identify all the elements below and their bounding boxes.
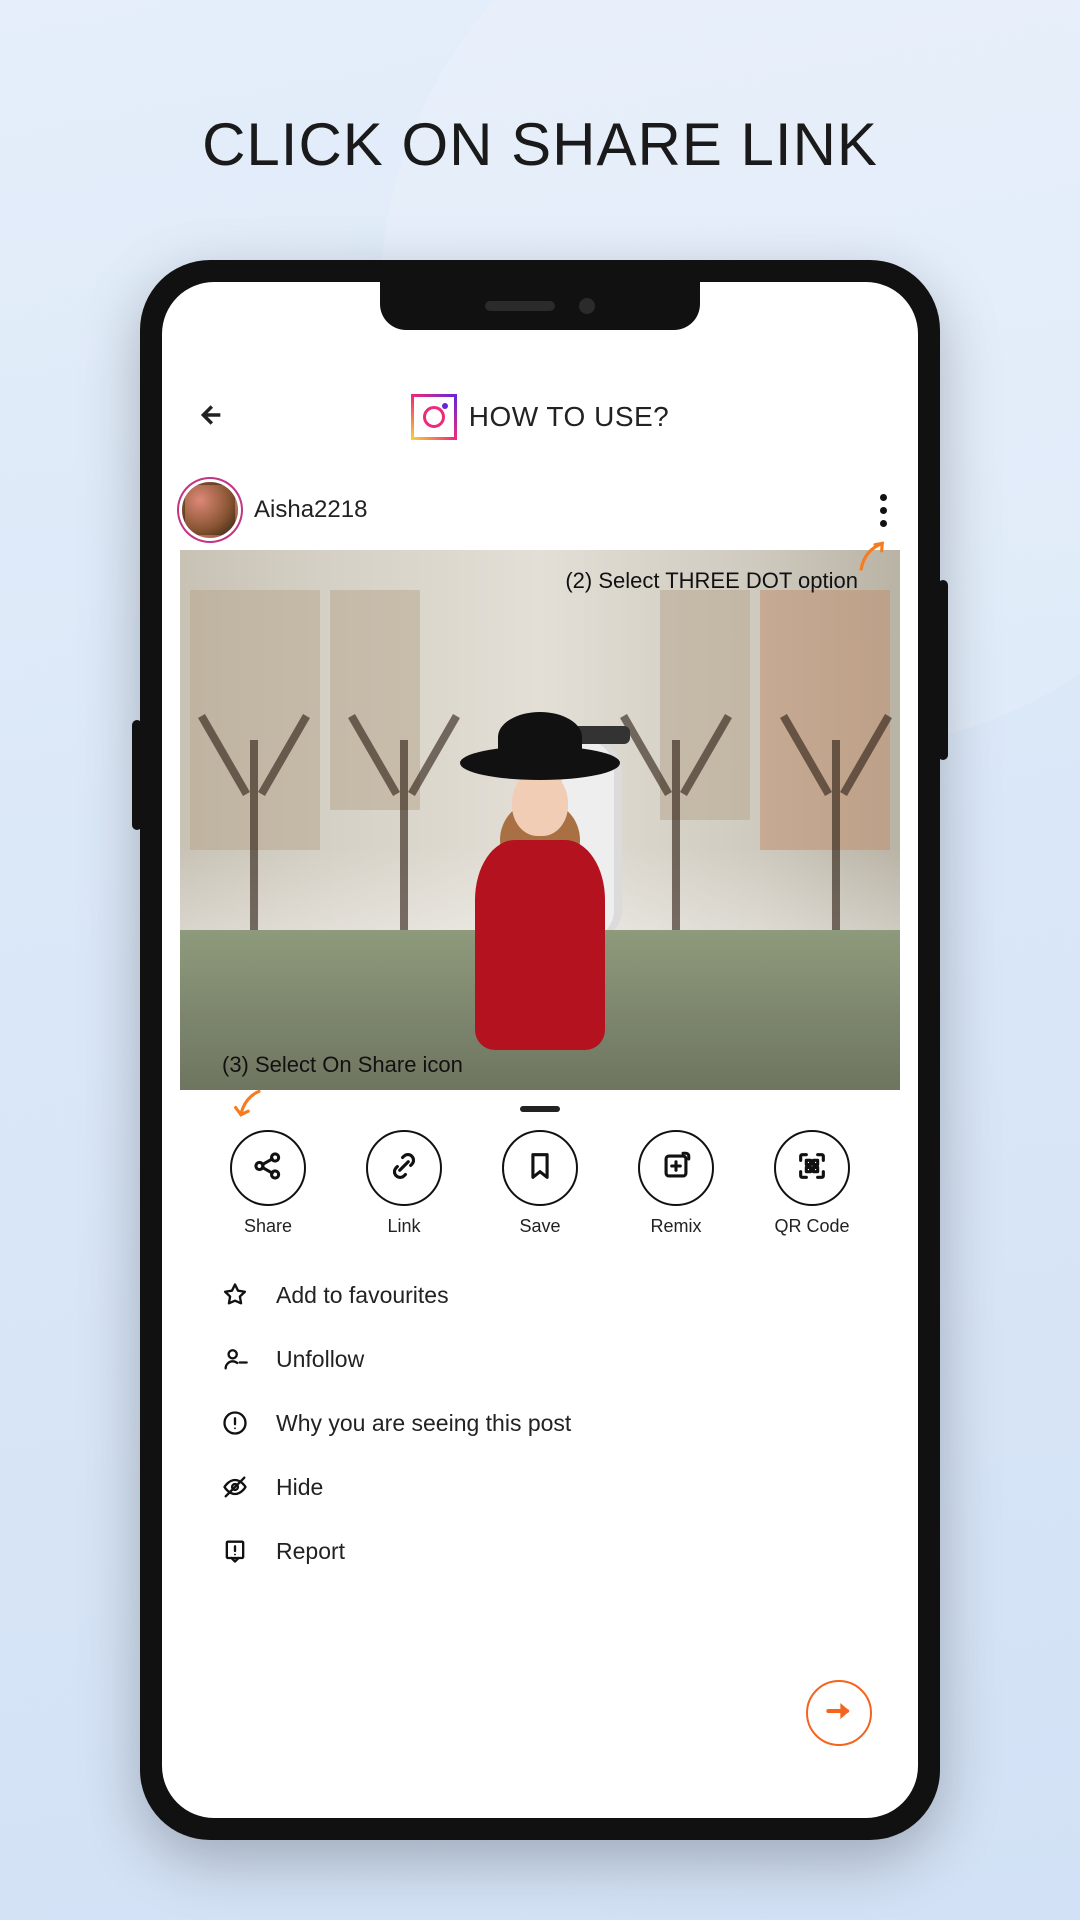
- link-icon: [387, 1149, 421, 1188]
- share-icon: [251, 1149, 285, 1188]
- action-qrcode-label: QR Code: [774, 1216, 849, 1237]
- person-remove-icon: [220, 1345, 250, 1373]
- annotation-arrow-2: [851, 537, 893, 579]
- info-icon: [220, 1409, 250, 1437]
- menu-label: Hide: [276, 1474, 323, 1501]
- avatar[interactable]: [182, 482, 238, 538]
- action-qrcode[interactable]: QR Code: [764, 1130, 860, 1237]
- page-title: HOW TO USE?: [469, 401, 670, 433]
- annotation-step-3: (3) Select On Share icon: [222, 1052, 463, 1078]
- menu-unfollow[interactable]: Unfollow: [220, 1331, 860, 1387]
- star-icon: [220, 1281, 250, 1309]
- menu-hide[interactable]: Hide: [220, 1459, 860, 1515]
- sheet-action-row: Share Link Save: [180, 1130, 900, 1237]
- next-button[interactable]: [806, 1680, 872, 1746]
- phone-notch: [380, 282, 700, 330]
- action-save-label: Save: [519, 1216, 560, 1237]
- menu-label: Report: [276, 1538, 345, 1565]
- menu-label: Why you are seeing this post: [276, 1410, 571, 1437]
- action-link-label: Link: [387, 1216, 420, 1237]
- instagram-icon: [411, 394, 457, 440]
- title-wrap: HOW TO USE?: [192, 394, 888, 440]
- app-topbar: HOW TO USE?: [162, 382, 918, 452]
- remix-icon: [659, 1149, 693, 1188]
- annotation-step-2: (2) Select THREE DOT option: [565, 568, 858, 594]
- post-header: Aisha2218: [162, 482, 918, 538]
- phone-screen: HOW TO USE? Aisha2218 (2) Select THREE D…: [162, 282, 918, 1818]
- sheet-grabber[interactable]: [520, 1106, 560, 1112]
- action-save[interactable]: Save: [492, 1130, 588, 1237]
- action-share-label: Share: [244, 1216, 292, 1237]
- menu-label: Add to favourites: [276, 1282, 449, 1309]
- menu-why-seeing[interactable]: Why you are seeing this post: [220, 1395, 860, 1451]
- qrcode-icon: [795, 1149, 829, 1188]
- eye-off-icon: [220, 1473, 250, 1501]
- menu-add-to-favourites[interactable]: Add to favourites: [220, 1267, 860, 1323]
- report-icon: [220, 1537, 250, 1565]
- arrow-right-icon: [823, 1695, 855, 1732]
- action-remix[interactable]: Remix: [628, 1130, 724, 1237]
- action-remix-label: Remix: [650, 1216, 701, 1237]
- action-share[interactable]: Share: [220, 1130, 316, 1237]
- share-bottom-sheet: Share Link Save: [180, 1092, 900, 1800]
- annotation-arrow-3: [232, 1086, 268, 1122]
- menu-label: Unfollow: [276, 1346, 364, 1373]
- sheet-menu: Add to favourites Unfollow Why you are s…: [180, 1267, 900, 1579]
- phone-frame: HOW TO USE? Aisha2218 (2) Select THREE D…: [140, 260, 940, 1840]
- post-image: [180, 550, 900, 1090]
- page-headline: CLICK ON SHARE LINK: [0, 110, 1080, 179]
- bookmark-icon: [523, 1149, 557, 1188]
- more-options-icon[interactable]: [868, 488, 898, 533]
- menu-report[interactable]: Report: [220, 1523, 860, 1579]
- action-link[interactable]: Link: [356, 1130, 452, 1237]
- post-username[interactable]: Aisha2218: [254, 496, 367, 524]
